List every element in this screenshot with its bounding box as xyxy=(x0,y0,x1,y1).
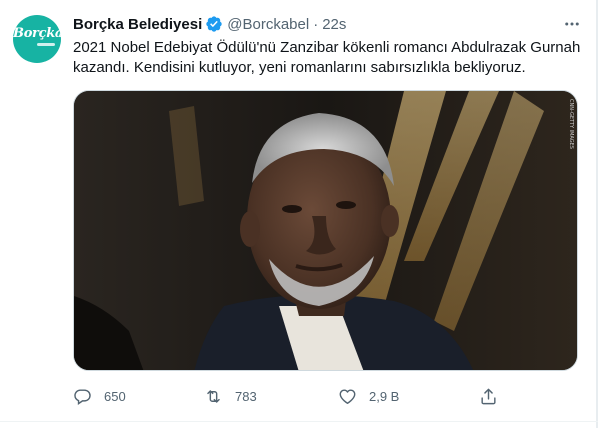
divider xyxy=(0,421,598,422)
tweet-photo[interactable]: CNN-GETTY IMAGES xyxy=(73,90,578,371)
watermark-text: CNN-GETTY IMAGES xyxy=(568,99,574,149)
retweet-count: 783 xyxy=(235,388,257,404)
retweet-icon xyxy=(207,389,220,403)
verified-badge-icon xyxy=(206,16,222,32)
reply-icon xyxy=(74,388,91,405)
retweet-button[interactable]: 783 xyxy=(204,385,257,407)
like-count: 2,9 B xyxy=(369,388,400,404)
tweet-text-line-2: kazandı. Kendisini kutluyor, yeni romanl… xyxy=(73,59,526,76)
tweet-text-line-1: 2021 Nobel Edebiyat Ödülü'nü Zanzibar kö… xyxy=(73,39,581,56)
tweet-card[interactable]: Borçka Borçka Belediyesi @Borckabel · 22… xyxy=(0,0,598,428)
avatar[interactable]: Borçka xyxy=(13,15,61,63)
timestamp[interactable]: 22s xyxy=(322,16,346,33)
reply-count: 650 xyxy=(104,388,126,404)
action-bar: 650 783 2,9 B xyxy=(73,385,498,407)
reply-button[interactable]: 650 xyxy=(73,385,126,407)
portrait-photo: CNN-GETTY IMAGES xyxy=(74,91,577,370)
more-horizontal-icon xyxy=(565,22,579,26)
share-button[interactable] xyxy=(479,385,498,407)
like-button[interactable]: 2,9 B xyxy=(338,385,399,407)
share-icon xyxy=(481,388,496,404)
tweet-header: Borçka Belediyesi @Borckabel · 22s xyxy=(73,14,346,34)
more-options-button[interactable] xyxy=(560,14,584,34)
separator-dot: · xyxy=(313,15,319,33)
avatar-logo-underline xyxy=(37,43,55,46)
user-handle[interactable]: @Borckabel xyxy=(227,16,309,33)
tweet-text: 2021 Nobel Edebiyat Ödülü'nü Zanzibar kö… xyxy=(73,38,583,78)
display-name[interactable]: Borçka Belediyesi xyxy=(73,16,202,33)
heart-icon xyxy=(339,388,356,404)
avatar-logo-text: Borçka xyxy=(13,26,61,41)
